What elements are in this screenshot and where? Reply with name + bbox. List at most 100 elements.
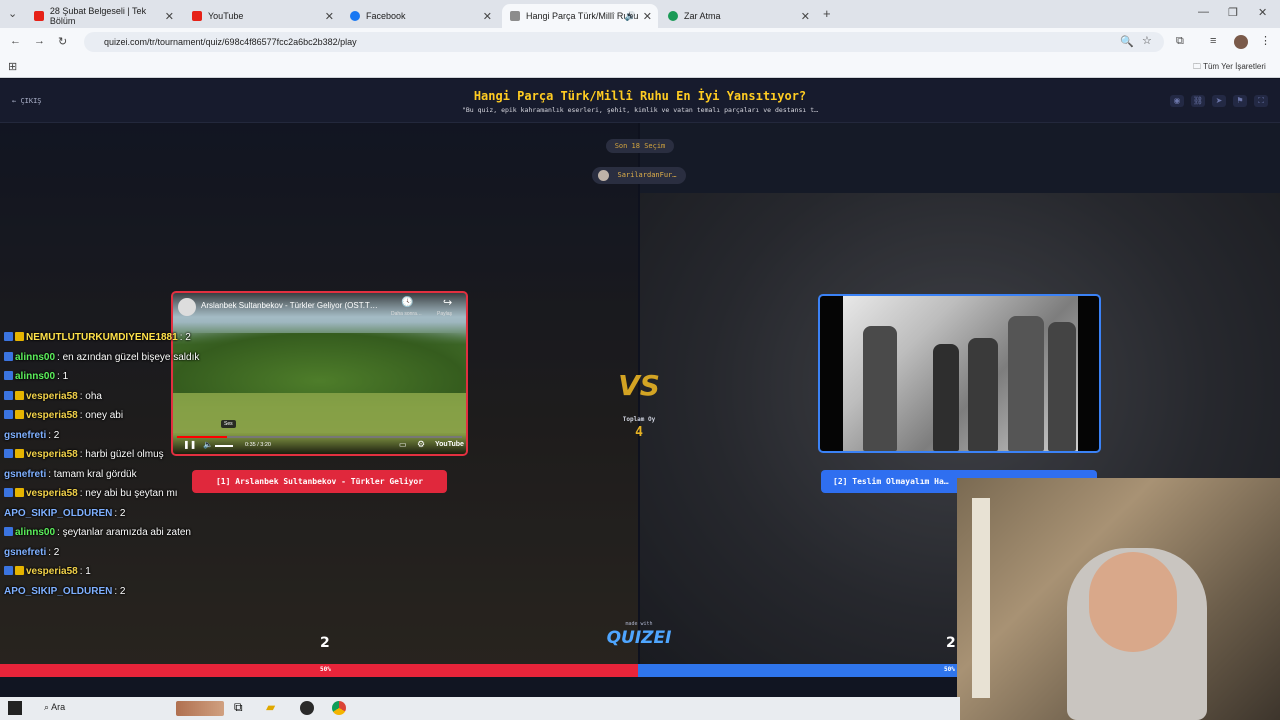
tab-quiz-active[interactable]: Hangi Parça Türk/Millî Ruhu 🔊 ✕ <box>502 4 658 28</box>
chat-username[interactable]: alinns00 <box>15 352 55 363</box>
chrome-icon[interactable] <box>332 701 346 715</box>
obs-icon[interactable] <box>300 701 314 715</box>
made-with-label: made with <box>625 621 653 627</box>
moderator-badge-icon <box>4 332 13 341</box>
chat-message: APO_SIKIP_OLDUREN: 2 <box>4 586 125 597</box>
chat-text: : 2 <box>114 585 126 597</box>
share-icon[interactable]: ↪ <box>443 296 452 309</box>
task-view-icon[interactable]: ⧉ <box>234 700 243 715</box>
restore-icon[interactable]: ❐ <box>1228 6 1238 19</box>
captions-icon[interactable]: ▭ <box>399 440 407 449</box>
link-icon[interactable]: ⛓ <box>1191 95 1205 107</box>
creator-badge[interactable]: SarilardanFur… <box>592 167 686 184</box>
bookmark-bar: ⊞ 🗀 Tüm Yer İşaretleri <box>0 56 1280 78</box>
extensions-icon[interactable]: ⧉ <box>1176 35 1184 48</box>
right-option-image[interactable] <box>818 294 1101 453</box>
quizei-favicon-icon <box>510 11 520 21</box>
close-tab-icon[interactable]: ✕ <box>165 10 174 23</box>
chat-username[interactable]: APO_SIKIP_OLDUREN <box>4 586 112 597</box>
photo-figure <box>968 338 998 451</box>
close-tab-icon[interactable]: ✕ <box>643 10 652 23</box>
watch-later-icon[interactable]: 🕓 <box>401 297 413 308</box>
video-top-bar: Arslanbek Sultanbekov - Türkler Geliyor … <box>173 293 466 317</box>
chat-username[interactable]: gsnefreti <box>4 430 46 441</box>
chat-message: gsnefreti: tamam kral gördük <box>4 469 137 480</box>
fullscreen-icon[interactable]: ⛶ <box>1254 95 1268 107</box>
speaker-icon[interactable]: 🔊 <box>625 11 636 22</box>
moderator-badge-icon <box>4 371 13 380</box>
url-text: quizei.com/tr/tournament/quiz/698c4f8657… <box>104 37 357 47</box>
close-tab-icon[interactable]: ✕ <box>325 10 334 23</box>
chat-username[interactable]: vesperia58 <box>26 410 78 421</box>
subscriber-badge-icon <box>15 449 24 458</box>
moderator-badge-icon <box>4 566 13 575</box>
tab-28-subat[interactable]: 28 Şubat Belgeseli | Tek Bölüm ✕ <box>26 4 180 28</box>
right-percent: 50% <box>944 666 955 673</box>
back-icon[interactable]: ← <box>10 35 21 47</box>
media-icon[interactable]: ≡ <box>1210 35 1216 47</box>
watch-later-label: Daha sonra… <box>391 311 422 317</box>
close-window-icon[interactable]: ✕ <box>1258 6 1267 19</box>
channel-avatar[interactable] <box>178 298 196 316</box>
round-badge: Son 18 Seçim <box>606 139 674 153</box>
quiz-title: Hangi Parça Türk/Millî Ruhu En İyi Yansı… <box>473 89 807 103</box>
creator-name: SarilardanFur… <box>617 171 677 179</box>
start-icon[interactable] <box>8 701 22 715</box>
menu-kebab-icon[interactable]: ⋮ <box>1260 34 1271 47</box>
photo-figure <box>1008 316 1044 451</box>
flag-icon[interactable]: ⚑ <box>1233 95 1247 107</box>
chat-username[interactable]: gsnefreti <box>4 547 46 558</box>
taskbar-search[interactable]: ⌕ Ara <box>44 702 65 713</box>
chat-username[interactable]: vesperia58 <box>26 391 78 402</box>
chat-username[interactable]: vesperia58 <box>26 488 78 499</box>
browser-tab-bar: ⌄ 28 Şubat Belgeseli | Tek Bölüm ✕ YouTu… <box>0 0 1280 28</box>
subscriber-badge-icon <box>15 410 24 419</box>
subscriber-badge-icon <box>15 488 24 497</box>
chat-username[interactable]: NEMUTLUTURKUMDIYENE1881 <box>26 332 178 343</box>
taskbar: ⌕ Ara ⧉ ▰ <box>0 697 960 720</box>
video-title[interactable]: Arslanbek Sultanbekov - Türkler Geliyor … <box>201 301 378 310</box>
tab-zar-atma[interactable]: Zar Atma ✕ <box>660 4 816 28</box>
file-explorer-icon[interactable]: ▰ <box>266 700 275 714</box>
chat-username[interactable]: APO_SIKIP_OLDUREN <box>4 508 112 519</box>
reload-icon[interactable]: ↻ <box>58 35 67 48</box>
settings-gear-icon[interactable]: ⚙ <box>417 439 425 450</box>
minimize-icon[interactable]: — <box>1198 6 1209 18</box>
chat-text: : en azından güzel bişeye saldık <box>57 351 200 363</box>
weather-widget[interactable] <box>176 701 224 716</box>
tab-list-chevron-icon[interactable]: ⌄ <box>8 7 17 20</box>
chat-message: vesperia58: ney abi bu şeytan mı <box>4 488 178 499</box>
share-label: Paylaş <box>437 311 453 317</box>
tab-label: 28 Şubat Belgeseli | Tek Bölüm <box>49 6 147 26</box>
apps-grid-icon[interactable]: ⊞ <box>8 60 17 73</box>
chat-username[interactable]: alinns00 <box>15 371 55 382</box>
chat-username[interactable]: gsnefreti <box>4 469 46 480</box>
chat-username[interactable]: alinns00 <box>15 527 55 538</box>
forward-icon[interactable]: → <box>34 35 45 47</box>
tab-facebook[interactable]: Facebook ✕ <box>342 4 498 28</box>
close-tab-icon[interactable]: ✕ <box>483 10 492 23</box>
bookmark-star-icon[interactable]: ☆ <box>1142 34 1152 47</box>
eye-icon[interactable]: ◉ <box>1170 95 1184 107</box>
chat-username[interactable]: vesperia58 <box>26 566 78 577</box>
all-bookmarks-link[interactable]: 🗀 Tüm Yer İşaretleri <box>1193 61 1266 75</box>
chat-text: : 2 <box>48 429 60 441</box>
profile-avatar[interactable] <box>1234 35 1248 49</box>
total-votes-value: 4 <box>635 425 643 440</box>
tab-youtube[interactable]: YouTube ✕ <box>184 4 340 28</box>
tab-label: Facebook <box>366 11 406 21</box>
close-tab-icon[interactable]: ✕ <box>801 10 810 23</box>
url-field[interactable]: quizei.com/tr/tournament/quiz/698c4f8657… <box>84 32 1164 52</box>
new-tab-button[interactable]: + <box>823 6 831 21</box>
youtube-logo[interactable]: YouTube <box>435 441 464 448</box>
chat-text: : 2 <box>48 546 60 558</box>
subscriber-badge-icon <box>15 332 24 341</box>
send-icon[interactable]: ➤ <box>1212 95 1226 107</box>
quizei-logo[interactable]: QUIZEI <box>600 628 678 648</box>
chat-message: vesperia58: harbi güzel olmuş <box>4 449 164 460</box>
zoom-icon[interactable]: 🔍 <box>1120 35 1134 48</box>
chat-message: vesperia58: oney abi <box>4 410 123 421</box>
chat-username[interactable]: vesperia58 <box>26 449 78 460</box>
chat-message: alinns00: en azından güzel bişeye saldık <box>4 351 200 363</box>
chat-text: : 1 <box>79 566 91 577</box>
